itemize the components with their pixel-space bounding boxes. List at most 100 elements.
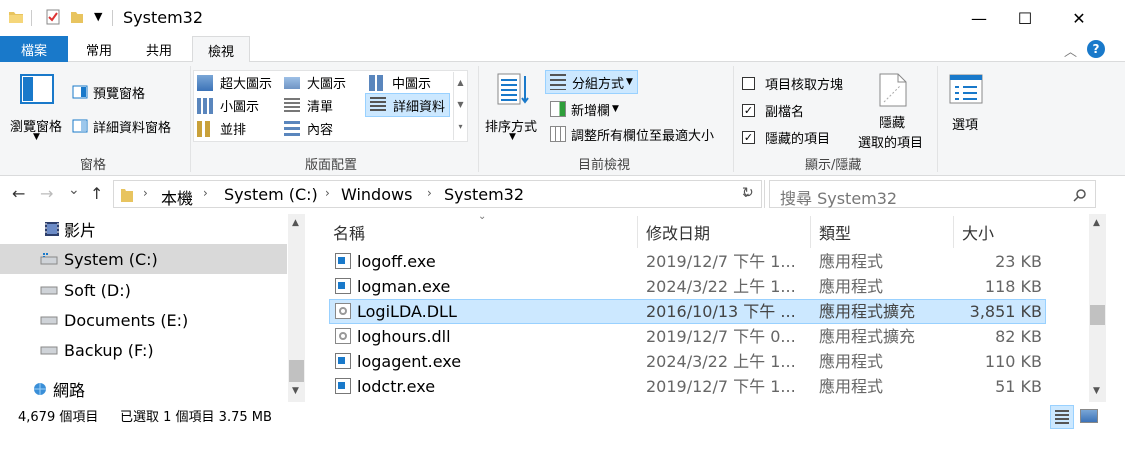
- scroll-up-icon[interactable]: ▲: [1093, 218, 1100, 228]
- file-list-scroll-thumb[interactable]: [1090, 305, 1105, 325]
- file-row[interactable]: logman.exe 2024/3/22 上午 1... 應用程式 118 KB: [329, 274, 1046, 299]
- sidebar-item-soft-d[interactable]: Soft (D:): [0, 275, 287, 305]
- address-bar[interactable]: › 本機 › System (C:) › Windows › System32 …: [113, 180, 762, 208]
- navigation-bar: ← → ⌄ ↑ › 本機 › System (C:) › Windows › S…: [0, 176, 1125, 212]
- list-option[interactable]: 清單: [284, 96, 333, 115]
- tab-home[interactable]: 常用: [72, 36, 126, 62]
- file-date: 2019/12/7 下午 1...: [646, 252, 796, 271]
- large-icons-view-button[interactable]: [1080, 409, 1098, 423]
- properties-icon[interactable]: [45, 9, 61, 25]
- sidebar-item-system-c[interactable]: System (C:): [0, 244, 287, 274]
- column-header-label: 修改日期: [646, 224, 711, 243]
- content-option[interactable]: 內容: [284, 119, 333, 138]
- hidden-items-checkbox[interactable]: ✓: [742, 131, 755, 144]
- breadcrumb-system-c[interactable]: System (C:): [224, 185, 318, 204]
- customize-quick-access-icon[interactable]: ▼: [94, 10, 102, 23]
- forward-button[interactable]: →: [40, 184, 53, 203]
- add-columns-button[interactable]: 新增欄 ▼: [550, 99, 619, 119]
- extra-large-icons-label: 超大圖示: [220, 77, 273, 92]
- dropdown-arrow-icon: ▼: [612, 104, 619, 114]
- small-icons-option[interactable]: 小圖示: [197, 96, 259, 115]
- sidebar-item-label: Backup (F:): [64, 340, 154, 360]
- file-size: 82 KB: [995, 327, 1042, 346]
- file-type: 應用程式擴充: [819, 302, 916, 321]
- help-icon[interactable]: ?: [1087, 40, 1105, 58]
- file-name: lodctr.exe: [357, 377, 436, 396]
- breadcrumb-windows[interactable]: Windows: [341, 185, 412, 204]
- file-size: 110 KB: [984, 352, 1042, 371]
- minimize-button[interactable]: —: [956, 0, 1002, 36]
- title-bar: ▼ System32 — ☐ ✕: [0, 0, 1125, 36]
- scroll-down-icon[interactable]: ▼: [1093, 386, 1100, 396]
- breadcrumb-system32[interactable]: System32: [444, 185, 524, 204]
- medium-icons-option[interactable]: 中圖示: [369, 73, 431, 92]
- navigation-pane-icon: [20, 74, 54, 104]
- gallery-down-icon[interactable]: ▼: [454, 94, 467, 116]
- layout-group-label: 版面配置: [305, 158, 358, 173]
- back-button[interactable]: ←: [12, 184, 25, 203]
- refresh-icon[interactable]: ↻: [742, 185, 754, 201]
- tab-share[interactable]: 共用: [130, 36, 188, 62]
- scroll-up-icon[interactable]: ▲: [292, 218, 299, 228]
- file-name-extensions-checkbox[interactable]: ✓: [742, 104, 755, 117]
- file-list-scrollbar[interactable]: ▲ ▼: [1089, 214, 1106, 402]
- sidebar-item-backup-f[interactable]: Backup (F:): [0, 335, 287, 365]
- file-name-extensions-toggle[interactable]: ✓ 副檔名: [742, 101, 804, 120]
- layout-gallery-scroll[interactable]: ▲ ▼ ▾: [453, 72, 467, 140]
- group-by-button[interactable]: 分組方式 ▼: [545, 70, 638, 94]
- details-pane-button[interactable]: 詳細資料窗格: [72, 116, 171, 136]
- search-input[interactable]: 搜尋 System32: [780, 185, 897, 209]
- column-header-name[interactable]: 名稱: [329, 216, 637, 248]
- column-header-type[interactable]: 類型: [811, 216, 953, 248]
- separator: [190, 66, 191, 172]
- file-name: LogiLDA.DLL: [357, 302, 457, 321]
- details-view-button[interactable]: [1050, 405, 1074, 429]
- options-button[interactable]: 選項: [944, 70, 990, 144]
- sidebar-scroll-thumb[interactable]: [289, 360, 304, 382]
- item-check-boxes-checkbox[interactable]: [742, 77, 755, 90]
- search-box[interactable]: 搜尋 System32: [769, 180, 1096, 208]
- up-button[interactable]: ↑: [90, 184, 103, 203]
- column-header-size[interactable]: 大小: [954, 216, 1046, 248]
- file-name-extensions-label: 副檔名: [765, 105, 805, 120]
- file-row[interactable]: loghours.dll 2019/12/7 下午 0... 應用程式擴充 82…: [329, 324, 1046, 349]
- preview-pane-button[interactable]: 預覽窗格: [72, 82, 145, 102]
- breadcrumb-this-pc[interactable]: 本機: [161, 185, 193, 209]
- tab-view[interactable]: 檢視: [192, 36, 250, 63]
- hidden-items-toggle[interactable]: ✓ 隱藏的項目: [742, 128, 830, 147]
- sidebar-scrollbar[interactable]: ▲ ▼: [288, 214, 305, 402]
- tiles-option[interactable]: 並排: [197, 119, 246, 138]
- scroll-down-icon[interactable]: ▼: [292, 386, 299, 396]
- dll-file-icon: [335, 303, 351, 319]
- exe-file-icon: [335, 278, 351, 294]
- hide-selected-items-button[interactable]: 隱藏 選取的項目: [856, 68, 930, 152]
- details-option[interactable]: 詳細資料: [365, 93, 451, 117]
- extra-large-icons-option[interactable]: 超大圖示: [197, 73, 272, 92]
- file-row[interactable]: logagent.exe 2024/3/22 上午 1... 應用程式 110 …: [329, 349, 1046, 374]
- sidebar-item-videos[interactable]: 影片: [0, 214, 287, 244]
- recent-locations-button[interactable]: ⌄: [68, 182, 80, 198]
- size-all-columns-button[interactable]: 調整所有欄位至最適大小: [550, 124, 714, 144]
- new-folder-icon[interactable]: [69, 9, 85, 25]
- column-header-date-modified[interactable]: 修改日期: [638, 216, 810, 248]
- sidebar-item-documents-e[interactable]: Documents (E:): [0, 305, 287, 335]
- collapse-ribbon-icon[interactable]: ︿: [1064, 41, 1077, 60]
- sort-by-button[interactable]: 排序方式 ▼: [484, 66, 542, 150]
- gallery-more-icon[interactable]: ▾: [454, 116, 467, 138]
- file-row-selected[interactable]: LogiLDA.DLL 2016/10/13 下午 ... 應用程式擴充 3,8…: [329, 299, 1046, 324]
- file-row[interactable]: logoff.exe 2019/12/7 下午 1... 應用程式 23 KB: [329, 249, 1046, 274]
- tab-file[interactable]: 檔案: [0, 36, 68, 62]
- dropdown-arrow-icon: ▼: [626, 77, 633, 87]
- sidebar-item-label: 影片: [64, 221, 97, 240]
- dll-file-icon: [335, 328, 351, 344]
- file-row[interactable]: lodctr.exe 2019/12/7 下午 1... 應用程式 51 KB: [329, 374, 1046, 399]
- breadcrumb-separator-icon: ›: [203, 186, 208, 200]
- maximize-button[interactable]: ☐: [1002, 0, 1048, 36]
- item-check-boxes-toggle[interactable]: 項目核取方塊: [742, 74, 843, 93]
- add-columns-icon: [550, 101, 566, 117]
- close-button[interactable]: ✕: [1056, 0, 1102, 36]
- large-icons-option[interactable]: 大圖示: [284, 73, 346, 92]
- options-icon: [949, 74, 983, 104]
- navigation-pane-button[interactable]: 瀏覽窗格 ▼: [8, 66, 66, 148]
- gallery-up-icon[interactable]: ▲: [454, 72, 467, 94]
